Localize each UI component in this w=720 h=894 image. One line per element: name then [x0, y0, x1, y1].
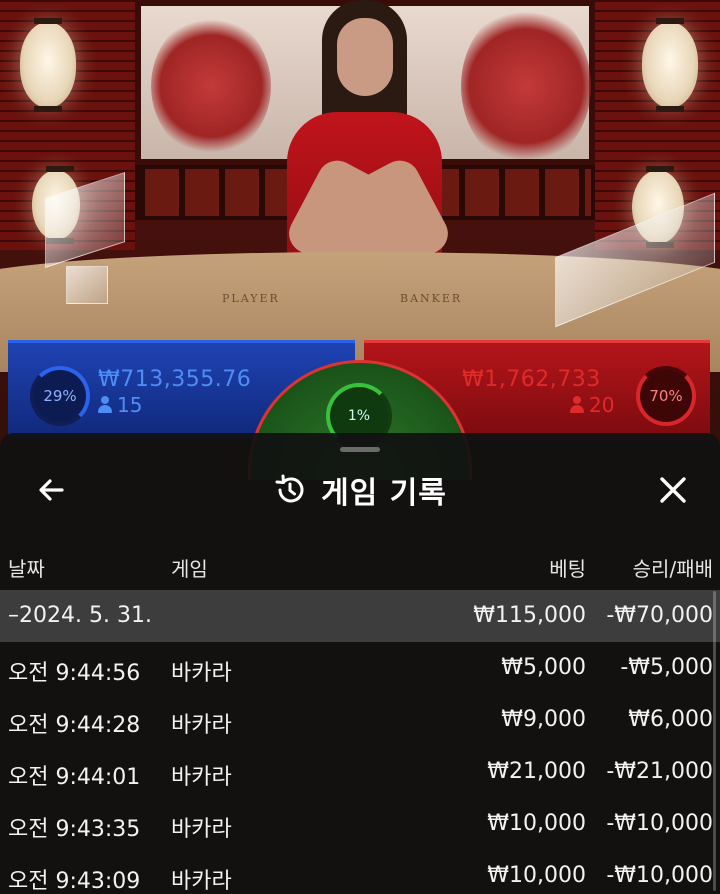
group-win-loss-total: -₩70,000: [606, 603, 713, 628]
round-win-loss: -₩21,000: [606, 759, 713, 784]
sheet-title-group: 게임 기록: [0, 469, 720, 511]
history-row[interactable]: 오전 9:44:28 바카라 ₩9,000 ₩6,000: [0, 694, 720, 746]
round-bet: ₩10,000: [487, 863, 586, 888]
history-row[interactable]: 오전 9:43:35 바카라 ₩10,000 -₩10,000: [0, 798, 720, 850]
round-time: 오전 9:44:28: [8, 713, 141, 738]
column-header-game[interactable]: 게임: [171, 553, 208, 582]
round-bet: ₩21,000: [487, 759, 586, 784]
sheet-title: 게임 기록: [321, 476, 447, 511]
close-button[interactable]: [650, 469, 696, 511]
banker-bettor-number: 20: [589, 393, 615, 417]
banker-percent-ring: 70%: [636, 366, 696, 426]
column-header-bet[interactable]: 베팅: [549, 553, 586, 582]
group-bet-total: ₩115,000: [473, 603, 586, 628]
round-game: 바카라: [171, 713, 232, 738]
sheet-header: 게임 기록: [0, 461, 720, 521]
history-row[interactable]: 오전 9:44:01 바카라 ₩21,000 -₩21,000: [0, 746, 720, 798]
round-bet: ₩10,000: [487, 811, 586, 836]
round-game: 바카라: [171, 765, 232, 790]
round-bet: ₩9,000: [501, 707, 586, 732]
history-row[interactable]: 오전 9:43:09 바카라 ₩10,000 -₩10,000: [0, 850, 720, 894]
lantern-icon: [642, 18, 698, 112]
player-bet-total: ₩713,355.76: [98, 367, 252, 392]
banker-bet-total: ₩1,762,733: [462, 367, 601, 392]
round-game: 바카라: [171, 817, 232, 842]
round-win-loss: -₩10,000: [606, 863, 713, 888]
lantern-icon: [20, 18, 76, 112]
history-list: –2024. 5. 31. ₩115,000 -₩70,000 오전 9:44:…: [0, 590, 720, 894]
round-win-loss: ₩6,000: [628, 707, 713, 732]
round-time: 오전 9:43:09: [8, 869, 141, 894]
round-time: 오전 9:43:35: [8, 817, 141, 842]
group-date: –2024. 5. 31.: [8, 603, 152, 628]
column-header-win-loss[interactable]: 승리/패배: [633, 553, 713, 582]
close-x-icon: [660, 477, 686, 503]
sheet-drag-handle[interactable]: [340, 447, 380, 452]
round-time: 오전 9:44:56: [8, 661, 141, 686]
table-player-label: PLAYER: [222, 292, 280, 305]
player-percent-ring: 29%: [30, 366, 90, 426]
round-game: 바카라: [171, 661, 232, 686]
round-win-loss: -₩5,000: [620, 655, 713, 680]
history-scrollbar[interactable]: [713, 591, 716, 891]
player-bettor-count: 15: [98, 393, 142, 417]
history-clock-icon: [275, 474, 304, 503]
round-game: 바카라: [171, 869, 232, 894]
date-group-row[interactable]: –2024. 5. 31. ₩115,000 -₩70,000: [0, 590, 720, 642]
dealer: [282, 0, 455, 290]
history-row[interactable]: 오전 9:44:56 바카라 ₩5,000 -₩5,000: [0, 642, 720, 694]
column-header-date[interactable]: 날짜: [8, 553, 45, 582]
person-icon: [570, 396, 584, 414]
round-time: 오전 9:44:01: [8, 765, 141, 790]
card-stack: [66, 266, 108, 304]
round-win-loss: -₩10,000: [606, 811, 713, 836]
person-icon: [98, 396, 112, 414]
game-history-sheet: 게임 기록 날짜 게임 베팅 승리/패배 –2024. 5. 31. ₩115,…: [0, 433, 720, 894]
banker-bettor-count: 20: [570, 393, 614, 417]
table-banker-label: BANKER: [400, 292, 463, 305]
round-bet: ₩5,000: [501, 655, 586, 680]
player-bettor-number: 15: [117, 393, 143, 417]
